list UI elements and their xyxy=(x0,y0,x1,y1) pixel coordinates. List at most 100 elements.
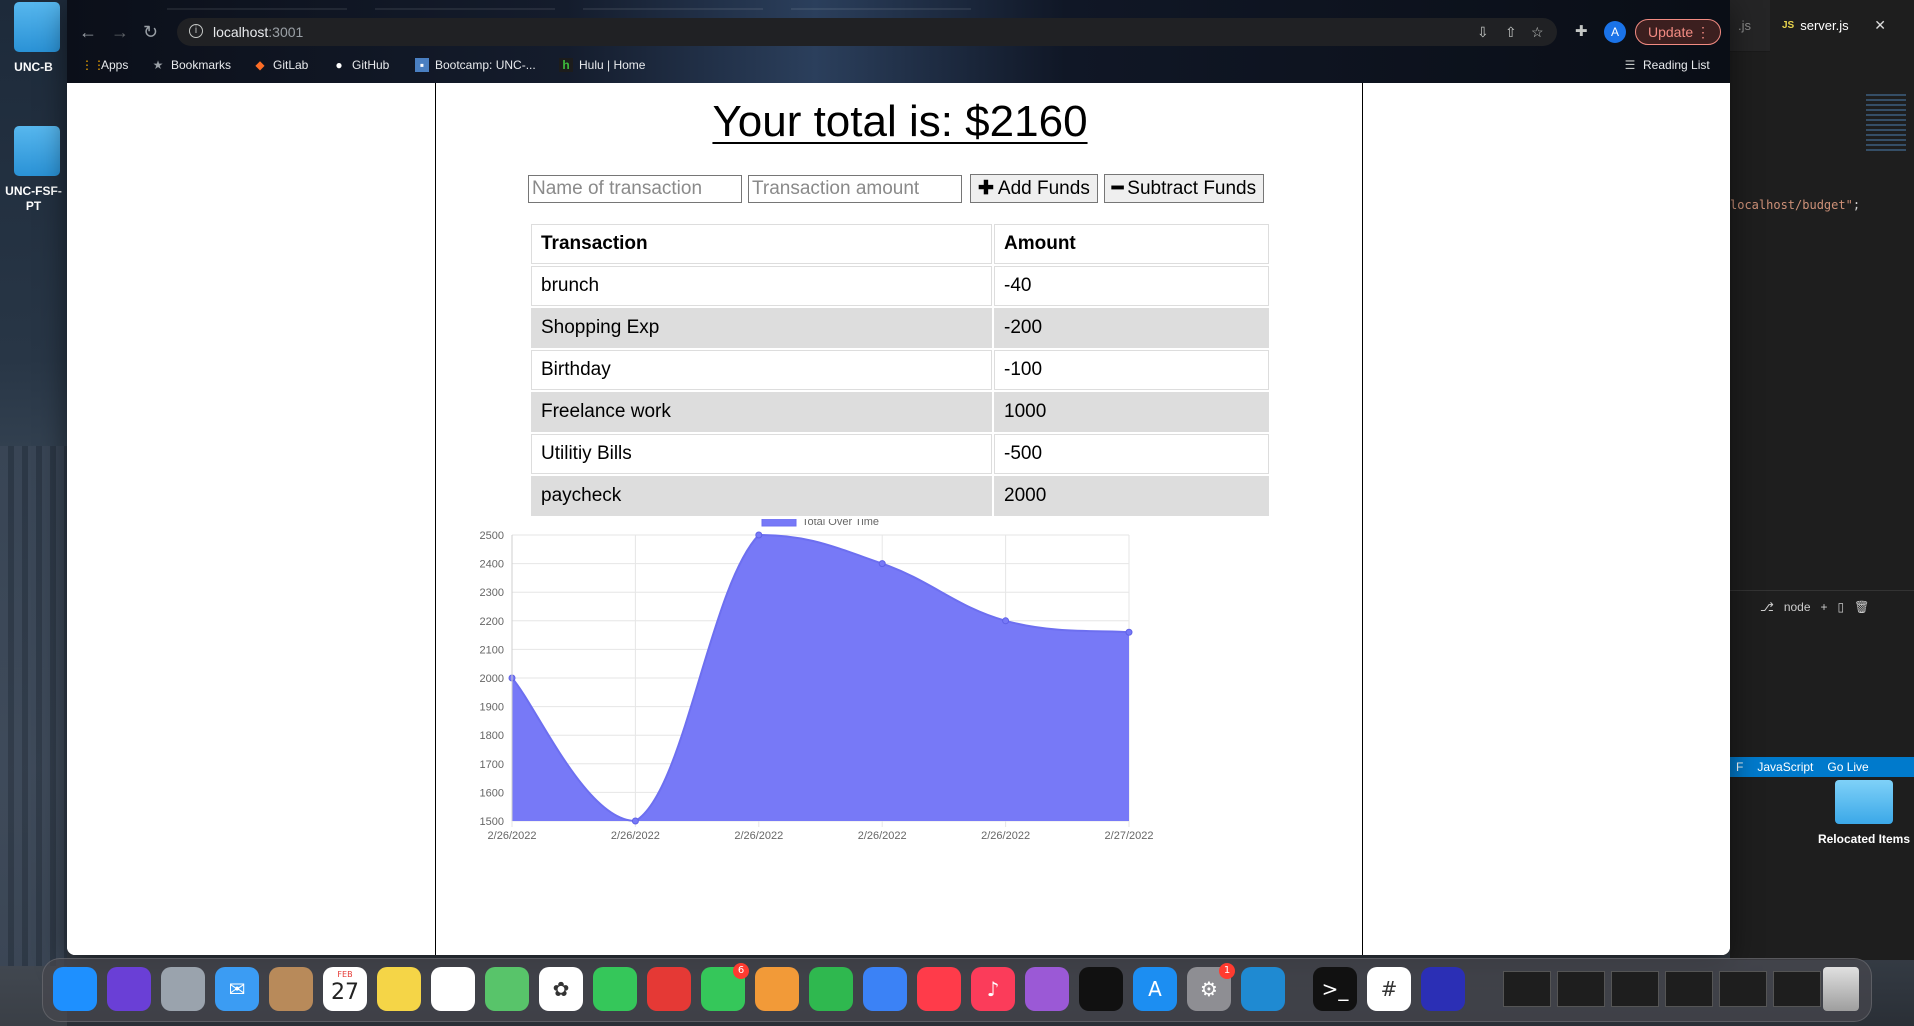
total-heading: Your total is: $2160 xyxy=(712,97,1088,146)
mail-icon[interactable]: ✉ xyxy=(215,967,259,1011)
podcasts-icon[interactable] xyxy=(1025,967,1069,1011)
transaction-amount-input[interactable] xyxy=(748,174,962,203)
browser-tab[interactable] xyxy=(791,0,971,10)
calendar-icon[interactable]: FEB 27 xyxy=(323,967,367,1011)
app-store-icon[interactable]: A xyxy=(1133,967,1177,1011)
finder-icon[interactable] xyxy=(53,967,97,1011)
news-icon[interactable] xyxy=(917,967,961,1011)
y-tick-label: 2500 xyxy=(480,530,504,542)
bookmark-label: Apps xyxy=(101,58,129,72)
share-icon[interactable]: ⇧ xyxy=(1505,24,1517,41)
facetime-icon[interactable]: 6 xyxy=(701,963,749,1011)
reading-list-icon: ☰ xyxy=(1624,58,1636,72)
relocated-items-label: Relocated Items xyxy=(1817,832,1911,846)
transaction-form: ✚Add Funds ━Subtract Funds xyxy=(528,174,1265,203)
star-icon: ★ xyxy=(152,58,164,72)
terminal-name[interactable]: node xyxy=(1784,600,1811,614)
status-language[interactable]: JavaScript xyxy=(1757,760,1813,774)
bookmark-hulu[interactable]: h Hulu | Home xyxy=(559,58,645,72)
status-go-live[interactable]: Go Live xyxy=(1827,760,1868,774)
chrome-icon[interactable] xyxy=(647,967,691,1011)
code-string: localhost/budget" xyxy=(1730,198,1853,212)
bookmark-github[interactable]: ● GitHub xyxy=(332,58,389,72)
update-label: Update xyxy=(1648,24,1694,40)
add-funds-button[interactable]: ✚ Add Funds xyxy=(970,174,1098,203)
notes-icon[interactable] xyxy=(377,967,421,1011)
editor-tab-server-js[interactable]: JS server.js ✕ xyxy=(1770,0,1914,52)
launchpad-icon[interactable] xyxy=(161,967,205,1011)
update-button[interactable]: Update ⋮ xyxy=(1635,19,1721,45)
minimized-window-thumbnail[interactable] xyxy=(1557,971,1605,1007)
forward-icon[interactable]: → xyxy=(111,22,129,43)
relocated-items-folder[interactable]: Relocated Items xyxy=(1814,780,1914,848)
bookmark-bootcamp[interactable]: ▪ Bootcamp: UNC-... xyxy=(415,58,536,72)
install-icon[interactable]: ⇩ xyxy=(1477,24,1489,41)
minimized-window-thumbnail[interactable] xyxy=(1503,971,1551,1007)
system-preferences-icon[interactable]: ⚙ 1 xyxy=(1187,963,1235,1011)
bookmark-bookmarks[interactable]: ★ Bookmarks xyxy=(151,58,231,72)
tv-icon[interactable] xyxy=(1079,967,1123,1011)
editor-tab-previous[interactable]: .js xyxy=(1730,18,1770,33)
add-terminal-icon[interactable]: + xyxy=(1821,600,1828,614)
budget-container: Your total is: $2160 ✚Add Funds ━Subtrac… xyxy=(435,83,1363,955)
bookmark-gitlab[interactable]: ◆ GitLab xyxy=(253,58,308,72)
x-tick-label: 2/27/2022 xyxy=(1105,830,1154,842)
numbers-icon[interactable] xyxy=(809,967,853,1011)
subtract-funds-button[interactable]: ━ Subtract Funds xyxy=(1103,174,1265,203)
vscode-icon[interactable] xyxy=(1241,967,1285,1011)
split-terminal-icon[interactable]: ▯ xyxy=(1838,600,1845,614)
profile-avatar[interactable]: A xyxy=(1604,21,1626,43)
desktop-folder-icon[interactable] xyxy=(14,2,60,52)
minimized-window-thumbnail[interactable] xyxy=(1719,971,1767,1007)
data-point xyxy=(1125,628,1133,636)
browser-tab[interactable] xyxy=(583,0,763,10)
status-item[interactable]: F xyxy=(1736,760,1743,774)
bookmark-apps[interactable]: ⋮⋮ Apps xyxy=(81,58,128,72)
y-tick-label: 1600 xyxy=(480,787,504,799)
y-tick-label: 1800 xyxy=(480,730,504,742)
address-bar[interactable]: i localhost:3001 ⇩ ⇧ ☆ xyxy=(177,18,1557,46)
table-row: Freelance work 1000 xyxy=(531,392,1269,432)
address-text: localhost:3001 xyxy=(213,24,303,40)
slack-icon[interactable]: # xyxy=(1367,967,1411,1011)
transaction-name-input[interactable] xyxy=(528,174,742,203)
transaction-name-cell: Freelance work xyxy=(531,392,992,432)
minimized-window-thumbnail[interactable] xyxy=(1611,971,1659,1007)
extensions-icon[interactable]: ✚ xyxy=(1575,22,1588,40)
minimized-window-thumbnail[interactable] xyxy=(1665,971,1713,1007)
bookmark-star-icon[interactable]: ☆ xyxy=(1531,24,1544,41)
maps-icon[interactable] xyxy=(485,967,529,1011)
x-tick-label: 2/26/2022 xyxy=(734,830,783,842)
x-tick-label: 2/26/2022 xyxy=(611,830,660,842)
terminal-icon[interactable]: >_ xyxy=(1313,967,1357,1011)
legend-label: Total Over Time xyxy=(802,519,879,528)
total-over-time-chart: 2500 2400 2300 2200 2100 2000 1900 1800 1700 1600… xyxy=(480,519,1154,842)
reload-icon[interactable]: ↻ xyxy=(143,22,158,43)
siri-icon[interactable] xyxy=(107,967,151,1011)
minimized-window-thumbnail[interactable] xyxy=(1773,971,1821,1007)
y-tick-label: 1900 xyxy=(480,702,504,714)
transaction-amount-cell: 2000 xyxy=(994,476,1269,516)
site-info-icon[interactable]: i xyxy=(189,24,203,38)
pages-icon[interactable] xyxy=(755,967,799,1011)
keynote-icon[interactable] xyxy=(863,967,907,1011)
trash-icon[interactable]: 🗑 xyxy=(1854,600,1869,614)
trash-icon[interactable] xyxy=(1823,967,1859,1011)
reminders-icon[interactable] xyxy=(431,967,475,1011)
github-icon: ● xyxy=(335,58,343,72)
hulu-icon: h xyxy=(559,58,573,72)
close-icon[interactable]: ✕ xyxy=(1874,17,1886,34)
screen-recorder-icon[interactable] xyxy=(1421,967,1465,1011)
messages-icon[interactable] xyxy=(593,967,637,1011)
data-point xyxy=(1002,617,1010,625)
browser-tab[interactable] xyxy=(167,0,347,10)
editor-minimap[interactable] xyxy=(1866,94,1906,154)
reading-list[interactable]: ☰ Reading List xyxy=(1623,58,1710,72)
browser-tab[interactable] xyxy=(375,0,555,10)
music-icon[interactable]: ♪ xyxy=(971,967,1015,1011)
photos-icon[interactable]: ✿ xyxy=(539,967,583,1011)
desktop-folder-icon[interactable] xyxy=(14,126,60,176)
code-semicolon: ; xyxy=(1852,198,1861,212)
back-icon[interactable]: ← xyxy=(79,22,97,43)
contacts-icon[interactable] xyxy=(269,967,313,1011)
